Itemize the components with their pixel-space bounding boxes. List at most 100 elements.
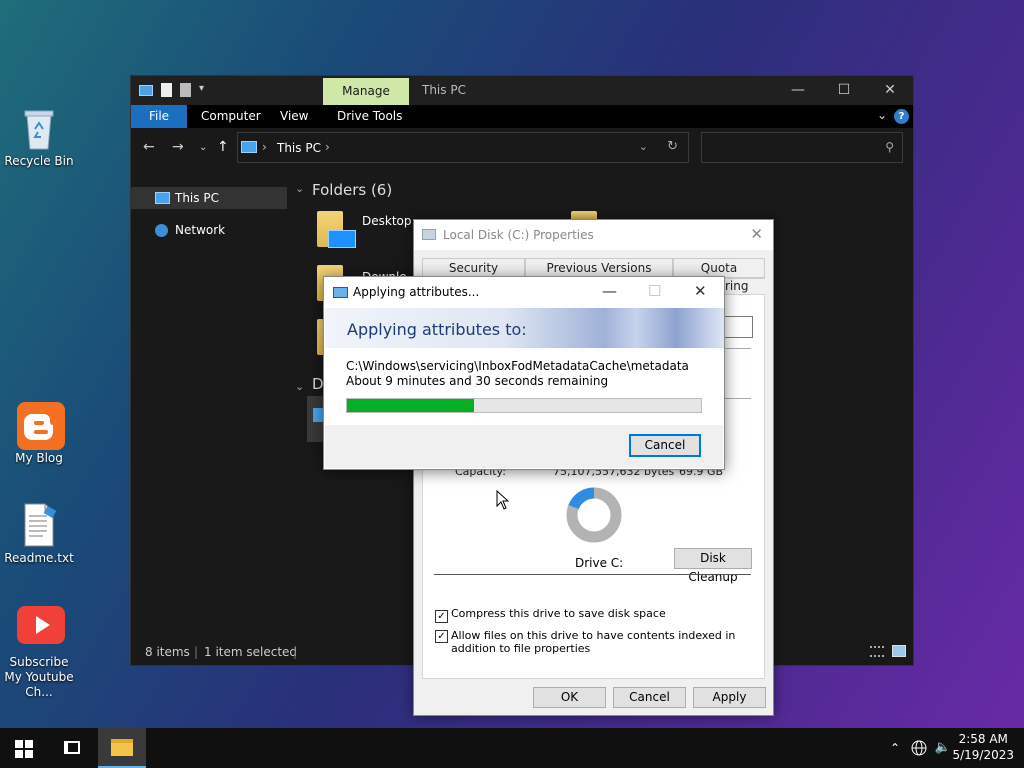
index-label: Allow files on this drive to have conten… xyxy=(451,629,736,655)
blogger-icon xyxy=(17,402,65,450)
disk-cleanup-button[interactable]: Disk Cleanup xyxy=(674,548,752,584)
close-button[interactable]: ✕ xyxy=(694,282,707,300)
expand-ribbon-icon[interactable]: ⌄ xyxy=(877,108,887,122)
recent-locations-icon[interactable]: ⌄ xyxy=(199,142,207,153)
maximize-button: ☐ xyxy=(648,282,662,300)
quick-access-toolbar: ▾ xyxy=(139,83,209,97)
tab-view[interactable]: View xyxy=(280,105,308,128)
desktop-overlay-icon xyxy=(328,230,356,248)
properties-quick-icon[interactable] xyxy=(161,83,172,97)
apply-button[interactable]: Apply xyxy=(693,687,766,708)
new-folder-quick-icon[interactable] xyxy=(180,83,191,97)
show-hidden-icons-icon[interactable]: ⌃ xyxy=(885,728,905,768)
progress-fill xyxy=(347,399,475,412)
item-count: 8 items xyxy=(145,645,190,659)
tab-security[interactable]: Security xyxy=(422,258,525,278)
breadcrumb-separator-icon: › xyxy=(262,140,267,154)
up-icon[interactable]: ↑ xyxy=(217,139,229,155)
navigation-bar: ← → ⌄ ↑ › This PC › ⌄ ↻ ⚲ xyxy=(131,128,913,168)
help-icon[interactable]: ? xyxy=(894,109,909,124)
properties-tabs: Security Previous Versions Quota xyxy=(422,258,765,278)
recycle-bin-icon xyxy=(17,105,61,151)
tab-sharing[interactable]: ring xyxy=(725,279,749,293)
folder-label[interactable]: Desktop xyxy=(362,214,412,228)
nav-item-this-pc[interactable]: This PC xyxy=(131,187,287,209)
close-button[interactable]: ✕ xyxy=(867,76,913,105)
address-dropdown-icon[interactable]: ⌄ xyxy=(639,140,648,153)
tab-quota[interactable]: Quota xyxy=(673,258,765,278)
apply-attributes-icon xyxy=(333,287,348,298)
text-file-icon xyxy=(17,502,61,548)
file-explorer-taskbar-button[interactable] xyxy=(98,728,146,768)
large-icons-view-icon[interactable] xyxy=(892,645,906,657)
close-icon[interactable]: ✕ xyxy=(750,225,763,243)
search-icon: ⚲ xyxy=(885,140,894,154)
applying-banner: Applying attributes to: xyxy=(325,308,724,348)
taskbar: ⌃ 🔈× 2:58 AM 5/19/2023 xyxy=(0,728,1024,768)
network-globe-icon[interactable] xyxy=(908,728,930,768)
volume-muted-icon[interactable]: 🔈× xyxy=(932,728,954,768)
desktop-icon-readme[interactable]: Readme.txt xyxy=(1,502,77,566)
nav-item-label: Network xyxy=(175,223,226,237)
explorer-titlebar: ▾ Manage This PC — ☐ ✕ xyxy=(131,76,913,105)
folders-group-chevron-icon[interactable]: ⌄ xyxy=(295,182,304,195)
drive-icon xyxy=(422,229,436,240)
ok-button[interactable]: OK xyxy=(533,687,606,708)
properties-titlebar: Local Disk (C:) Properties ✕ xyxy=(414,220,773,250)
tab-file[interactable]: File xyxy=(131,105,187,128)
compress-checkbox[interactable]: ✓ Compress this drive to save disk space xyxy=(435,607,666,623)
minimize-button[interactable]: — xyxy=(602,282,617,300)
refresh-icon[interactable]: ↻ xyxy=(667,139,678,154)
youtube-icon xyxy=(17,606,65,652)
applying-title: Applying attributes... xyxy=(353,285,480,299)
cancel-button[interactable]: Cancel xyxy=(629,434,701,457)
computer-icon xyxy=(155,192,170,204)
address-bar[interactable]: › This PC › ⌄ ↻ xyxy=(237,132,689,163)
drive-label: Drive C: xyxy=(575,556,624,570)
desktop-icon-recycle-bin[interactable]: Recycle Bin xyxy=(1,105,77,169)
desktop-icon-label: Subscribe My Youtube Ch... xyxy=(4,655,74,699)
desktop-icon-youtube[interactable]: Subscribe My Youtube Ch... xyxy=(1,606,77,700)
desktop-icon-label: Recycle Bin xyxy=(4,154,74,168)
tab-computer[interactable]: Computer xyxy=(201,105,261,128)
devices-group-chevron-icon[interactable]: ⌄ xyxy=(295,380,304,393)
back-icon[interactable]: ← xyxy=(143,139,155,155)
details-view-icon[interactable] xyxy=(870,646,884,657)
tab-previous-versions[interactable]: Previous Versions xyxy=(525,258,673,278)
nav-item-label: This PC xyxy=(175,191,219,205)
drive-label-input[interactable] xyxy=(724,316,753,338)
task-view-icon xyxy=(64,741,80,754)
maximize-button[interactable]: ☐ xyxy=(821,76,867,105)
task-view-button[interactable] xyxy=(50,728,96,768)
progress-bar xyxy=(346,398,702,413)
folders-group-header[interactable]: Folders (6) xyxy=(312,181,392,199)
desktop-icon-my-blog[interactable]: My Blog xyxy=(1,402,77,466)
minimize-button[interactable]: — xyxy=(775,76,821,105)
ribbon-tabs: File Computer View Drive Tools ⌄ ? xyxy=(131,105,913,128)
search-input[interactable]: ⚲ xyxy=(701,132,903,163)
checkmark-icon: ✓ xyxy=(435,610,448,623)
computer-icon xyxy=(139,84,153,96)
windows-logo-icon xyxy=(15,740,33,758)
start-button[interactable] xyxy=(0,728,48,768)
nav-item-network[interactable]: Network xyxy=(131,219,287,241)
clock-time: 2:58 AM xyxy=(958,732,1008,746)
properties-title: Local Disk (C:) Properties xyxy=(443,228,594,242)
mouse-cursor-icon xyxy=(496,489,510,513)
computer-icon xyxy=(241,141,257,153)
breadcrumb-this-pc[interactable]: This PC xyxy=(277,141,321,155)
forward-icon[interactable]: → xyxy=(172,139,184,155)
tab-drive-tools[interactable]: Drive Tools xyxy=(337,105,402,128)
selection-count: 1 item selected xyxy=(204,645,298,659)
manage-tab[interactable]: Manage xyxy=(323,78,409,105)
window-title: This PC xyxy=(422,83,466,97)
customize-quick-access-icon[interactable]: ▾ xyxy=(199,83,209,97)
file-explorer-icon xyxy=(111,739,133,756)
devices-group-header[interactable]: D xyxy=(312,375,324,393)
index-checkbox[interactable]: ✓ Allow files on this drive to have cont… xyxy=(435,629,755,655)
applying-heading: Applying attributes to: xyxy=(347,320,527,339)
applying-footer: Cancel xyxy=(325,425,723,468)
cancel-button[interactable]: Cancel xyxy=(613,687,686,708)
taskbar-clock[interactable]: 2:58 AM 5/19/2023 xyxy=(952,731,1014,763)
breadcrumb-separator-icon[interactable]: › xyxy=(325,140,330,154)
